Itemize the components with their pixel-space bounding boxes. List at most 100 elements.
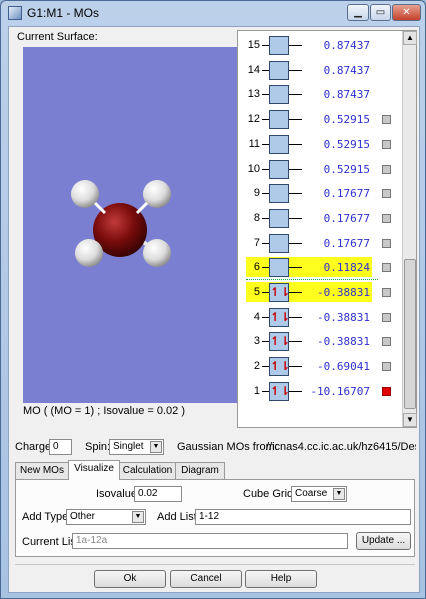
- mo-level-box[interactable]: ↿⇂: [269, 357, 290, 377]
- cancel-button[interactable]: Cancel: [170, 570, 242, 588]
- mo-energy: -0.38831: [317, 286, 370, 299]
- mo-visibility-checkbox[interactable]: [382, 115, 391, 125]
- current-surface-label: Current Surface:: [17, 31, 98, 43]
- mo-row[interactable]: 5 ↿⇂ -0.38831: [238, 282, 402, 304]
- chevron-down-icon[interactable]: ▼: [333, 488, 345, 500]
- mo-row[interactable]: 13 0.87437: [238, 84, 402, 106]
- mo-visibility-checkbox[interactable]: [382, 288, 391, 297]
- mo-visibility-checkbox[interactable]: [382, 386, 391, 396]
- mo-index: 15: [247, 39, 260, 51]
- mo-level-box[interactable]: [269, 110, 289, 130]
- mo-row[interactable]: 7 0.17677: [238, 233, 402, 255]
- help-button[interactable]: Help: [245, 570, 317, 588]
- mo-visibility-checkbox[interactable]: [382, 362, 391, 372]
- mo-level-box[interactable]: ↿⇂: [269, 283, 290, 302]
- mo-row[interactable]: 3 ↿⇂ -0.38831: [238, 331, 402, 353]
- mo-level-box[interactable]: [269, 85, 289, 105]
- surface-viewport[interactable]: [23, 47, 238, 403]
- mo-visibility-checkbox[interactable]: [382, 263, 391, 273]
- mo-list[interactable]: 15 0.87437 14 0.87437 13 0.87437 12 0.52915 11 0.…: [238, 31, 402, 427]
- mo-level-box[interactable]: [269, 159, 289, 179]
- mo-row[interactable]: 10 0.52915: [238, 159, 402, 181]
- mo-level-box[interactable]: [269, 208, 289, 228]
- mo-index: 6: [253, 261, 260, 274]
- mo-energy: -0.69041: [317, 360, 370, 374]
- visualize-panel: Isovalue: 0.02 Cube Grid: Coarse ▼ Add T…: [15, 479, 415, 557]
- mo-energy: 0.17677: [323, 187, 370, 201]
- mo-visibility-checkbox[interactable]: [382, 139, 391, 149]
- spin-value: Singlet: [113, 441, 144, 452]
- mo-row[interactable]: 12 0.52915: [238, 109, 402, 131]
- add-list-field[interactable]: 1-12: [195, 509, 411, 525]
- chevron-down-icon[interactable]: ▼: [132, 511, 144, 523]
- methane-molecule: [71, 180, 171, 267]
- tab-diagram[interactable]: Diagram: [175, 462, 225, 479]
- add-list-label: Add List:: [157, 511, 200, 523]
- mo-row[interactable]: 14 0.87437: [238, 60, 402, 82]
- title-bar[interactable]: G1:M1 - MOs ▁ ▭ ✕: [1, 1, 425, 25]
- mo-row[interactable]: 8 0.17677: [238, 208, 402, 230]
- mo-visibility-checkbox[interactable]: [382, 164, 391, 174]
- mo-energy: -0.38831: [317, 310, 370, 324]
- mo-row[interactable]: 1 ↿⇂ -10.16707: [238, 381, 402, 403]
- scroll-thumb[interactable]: [404, 259, 416, 409]
- mo-level-box[interactable]: ↿⇂: [269, 332, 290, 352]
- tab-calculation[interactable]: Calculation: [119, 462, 176, 479]
- mo-visibility-checkbox[interactable]: [382, 238, 391, 248]
- mo-level-box[interactable]: [269, 233, 289, 253]
- charge-field[interactable]: 0: [49, 439, 72, 455]
- mo-visibility-checkbox[interactable]: [382, 337, 391, 347]
- ok-button[interactable]: Ok: [94, 570, 166, 588]
- isovalue-field[interactable]: 0.02: [134, 486, 182, 502]
- mo-row[interactable]: 11 0.52915: [238, 134, 402, 156]
- mo-row[interactable]: 6 0.11824: [238, 257, 402, 279]
- mo-list-scrollbar[interactable]: ▲ ▼: [402, 31, 417, 427]
- scroll-down-button[interactable]: ▼: [403, 413, 417, 427]
- mo-diagram-panel: 15 0.87437 14 0.87437 13 0.87437 12 0.52915 11 0.…: [237, 30, 417, 428]
- mo-level-box[interactable]: ↿⇂: [269, 307, 290, 327]
- mo-level-box[interactable]: [269, 184, 289, 204]
- mo-index: 4: [253, 310, 260, 323]
- mo-row[interactable]: 15 0.87437: [238, 35, 402, 57]
- mo-index: 5: [253, 286, 260, 298]
- mo-energy: -0.38831: [317, 335, 370, 349]
- update-button[interactable]: Update ...: [356, 532, 411, 550]
- mo-energy: 0.52915: [323, 113, 370, 127]
- mo-index: 2: [253, 360, 260, 373]
- mo-energy: -10.16707: [310, 384, 370, 398]
- scroll-up-button[interactable]: ▲: [403, 31, 417, 45]
- mo-energy: 0.11824: [323, 261, 370, 275]
- mo-visibility-checkbox[interactable]: [382, 312, 391, 322]
- mo-index: 9: [253, 187, 260, 200]
- spin-select[interactable]: Singlet ▼: [109, 439, 164, 455]
- mo-visibility-checkbox[interactable]: [382, 213, 391, 223]
- mo-index: 14: [247, 63, 260, 76]
- close-button[interactable]: ✕: [392, 4, 421, 21]
- add-type-select[interactable]: Other ▼: [66, 509, 146, 525]
- mo-index: 3: [253, 335, 260, 348]
- app-icon: [8, 6, 22, 20]
- cube-grid-select[interactable]: Coarse ▼: [291, 486, 347, 502]
- hydrogen-atom: [143, 239, 171, 267]
- mo-level-box[interactable]: [269, 134, 289, 154]
- mo-index: 13: [247, 88, 260, 101]
- maximize-button[interactable]: ▭: [370, 4, 391, 21]
- dialog-body: Current Surface: MO ((MO = 1) ; Isovalu…: [8, 26, 420, 593]
- gaussian-source-path: //icnas4.cc.ic.ac.uk/hz6415/Deskto: [266, 441, 416, 453]
- mo-level-box[interactable]: [269, 60, 289, 80]
- mo-level-box[interactable]: [269, 258, 289, 278]
- mo-level-box[interactable]: [269, 36, 289, 55]
- minimize-button[interactable]: ▁: [347, 4, 369, 21]
- mo-index: 10: [247, 162, 260, 175]
- mo-index: 12: [247, 113, 260, 126]
- chevron-down-icon[interactable]: ▼: [150, 441, 162, 453]
- hydrogen-atom: [75, 239, 103, 267]
- mo-level-box[interactable]: ↿⇂: [269, 381, 290, 401]
- mo-row[interactable]: 9 0.17677: [238, 183, 402, 205]
- mo-row[interactable]: 4 ↿⇂ -0.38831: [238, 307, 402, 329]
- tab-new-mos[interactable]: New MOs: [15, 462, 69, 479]
- mo-energy: 0.87437: [323, 39, 370, 52]
- mo-row[interactable]: 2 ↿⇂ -0.69041: [238, 356, 402, 378]
- tab-visualize[interactable]: Visualize: [68, 460, 120, 480]
- mo-visibility-checkbox[interactable]: [382, 189, 391, 199]
